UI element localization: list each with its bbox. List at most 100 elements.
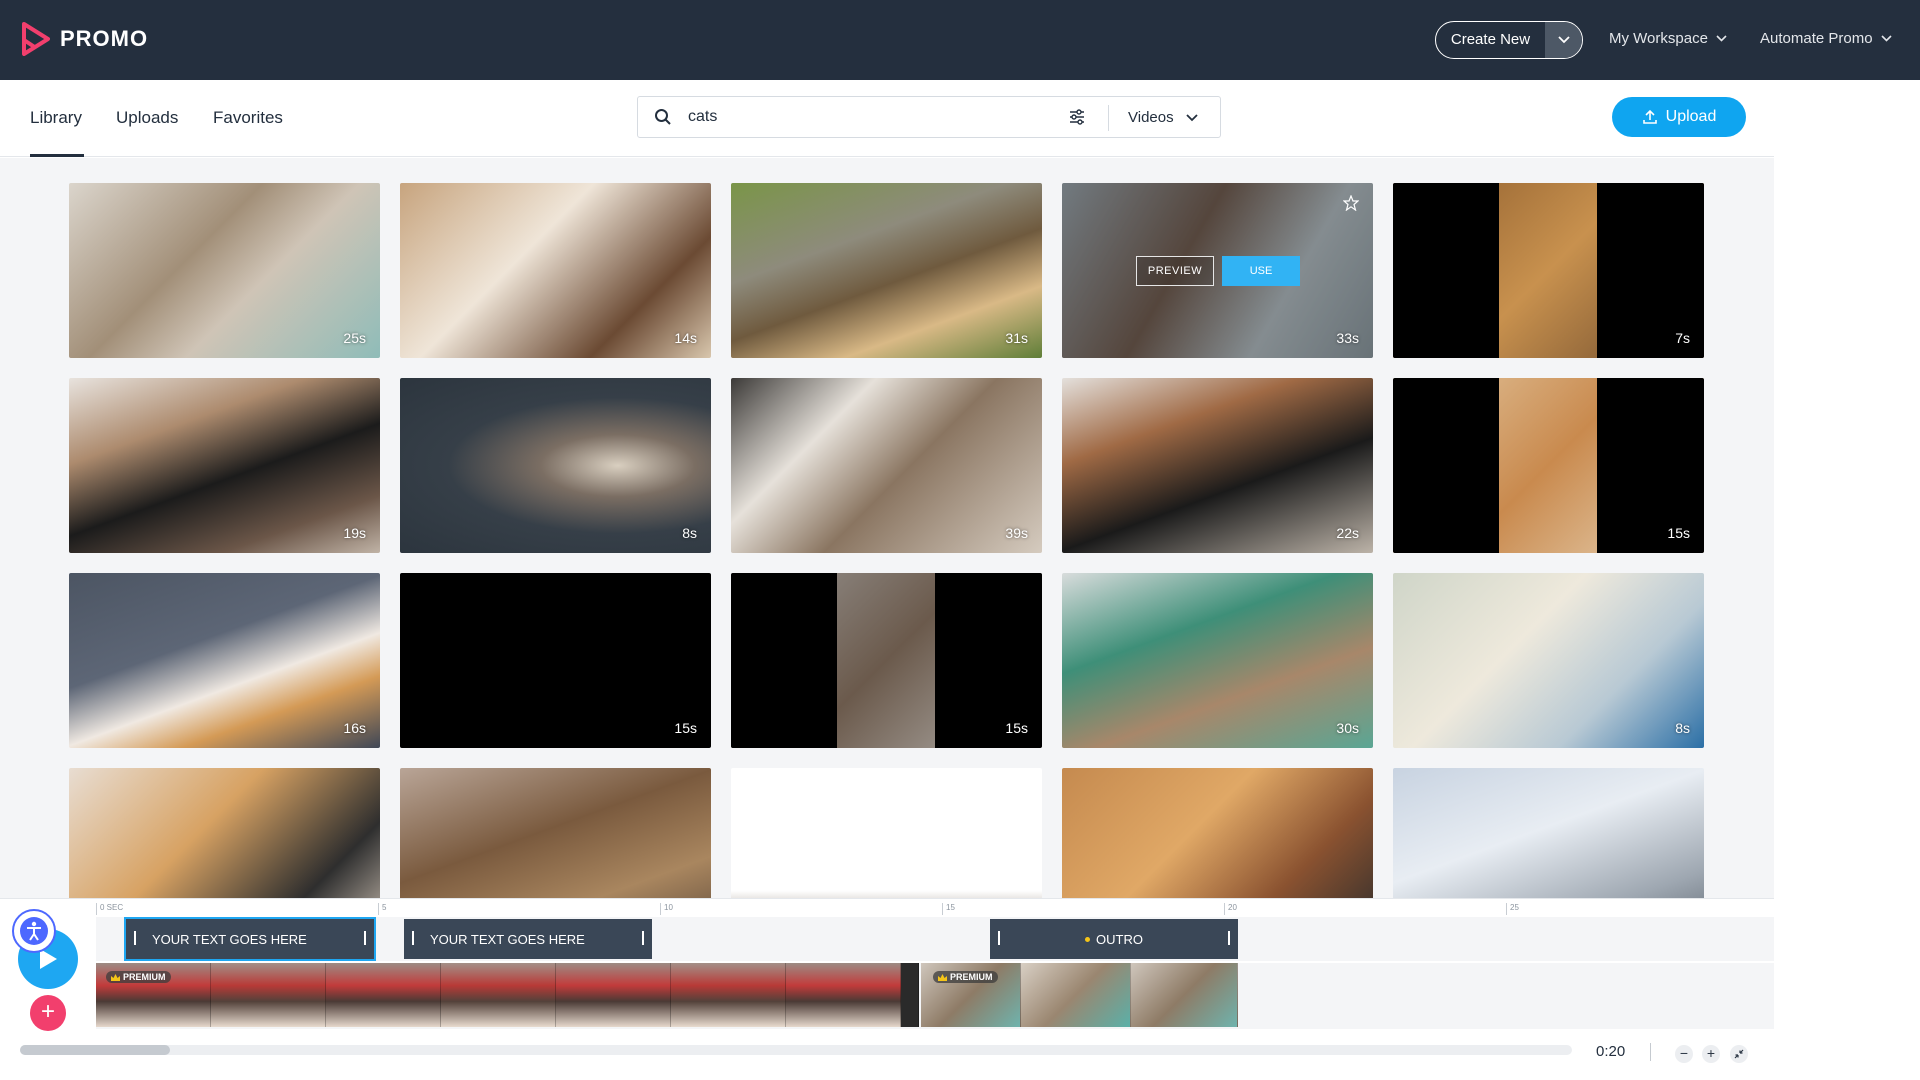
letterbox-bar: [1393, 183, 1499, 358]
text-track: YOUR TEXT GOES HERE YOUR TEXT GOES HERE …: [96, 917, 1774, 961]
timeline-panel: 0 SEC 5 10 15 20 25 YOUR TEXT GOES HERE …: [0, 898, 1774, 1080]
media-type-select[interactable]: Videos: [1128, 109, 1198, 126]
video-thumbnail[interactable]: 39s: [731, 378, 1042, 553]
fit-zoom-button[interactable]: [1730, 1045, 1748, 1063]
video-duration: 7s: [1675, 330, 1690, 346]
promo-logo[interactable]: PROMO: [22, 22, 148, 56]
video-thumbnail[interactable]: 16s: [69, 573, 380, 748]
upload-icon: [1642, 109, 1657, 124]
video-thumbnail[interactable]: 25s: [69, 183, 380, 358]
video-thumbnail[interactable]: 31s: [731, 183, 1042, 358]
video-thumbnail[interactable]: [1393, 768, 1704, 898]
letterbox-bar: [731, 573, 837, 748]
clip-frame: [326, 963, 441, 1027]
trim-handle[interactable]: [134, 931, 136, 945]
ruler-tick: 15: [942, 903, 955, 915]
search-divider: [1108, 105, 1109, 131]
tab-favorites[interactable]: Favorites: [213, 108, 283, 128]
ruler-tick: 10: [660, 903, 673, 915]
video-thumbnail[interactable]: 15s: [1393, 378, 1704, 553]
chevron-down-icon: [1185, 113, 1198, 121]
text-clip-label: YOUR TEXT GOES HERE: [430, 931, 585, 947]
video-track: PREMIUM PREMIUM: [96, 963, 1774, 1029]
timeline-ruler: 0 SEC 5 10 15 20 25: [96, 899, 1774, 917]
premium-label: PREMIUM: [123, 972, 166, 982]
video-thumbnail[interactable]: 7s: [1393, 183, 1704, 358]
video-duration: 31s: [1005, 330, 1028, 346]
timeline-scrollbar[interactable]: [20, 1045, 1572, 1055]
zoom-in-button[interactable]: +: [1702, 1045, 1720, 1063]
clip-frame: [671, 963, 786, 1027]
search-icon: [655, 109, 671, 125]
video-thumbnail[interactable]: [731, 768, 1042, 898]
ruler-tick: 25: [1506, 903, 1519, 915]
search-bar: cats Videos: [637, 96, 1221, 138]
clip-frame: [556, 963, 671, 1027]
video-thumbnail[interactable]: [69, 768, 380, 898]
premium-badge: PREMIUM: [933, 971, 998, 983]
video-thumbnail[interactable]: 19s: [69, 378, 380, 553]
video-thumbnail-hovered[interactable]: PREVIEW USE 33s: [1062, 183, 1373, 358]
outro-clip[interactable]: OUTRO: [990, 919, 1238, 959]
right-blank-panel: [1774, 80, 1920, 1080]
trim-handle[interactable]: [364, 931, 366, 945]
brand-name: PROMO: [60, 26, 149, 51]
tab-uploads[interactable]: Uploads: [116, 108, 178, 128]
video-thumbnail[interactable]: 30s: [1062, 573, 1373, 748]
video-clip-cats[interactable]: PREMIUM: [921, 963, 1238, 1027]
video-duration: 19s: [343, 525, 366, 541]
search-input[interactable]: cats: [688, 108, 717, 126]
trim-handle[interactable]: [412, 931, 414, 945]
video-duration: 14s: [674, 330, 697, 346]
accessibility-button[interactable]: [12, 909, 56, 953]
trim-handle[interactable]: [998, 931, 1000, 945]
zoom-out-button[interactable]: −: [1675, 1045, 1693, 1063]
preview-button[interactable]: PREVIEW: [1136, 256, 1214, 286]
star-favorite-icon[interactable]: [1343, 195, 1359, 211]
media-type-label: Videos: [1128, 109, 1174, 126]
trim-handle[interactable]: [1228, 931, 1230, 945]
video-thumbnail[interactable]: 8s: [1393, 573, 1704, 748]
add-button[interactable]: +: [30, 995, 66, 1031]
video-thumbnail[interactable]: 15s: [400, 573, 711, 748]
video-duration: 15s: [1005, 720, 1028, 736]
clip-frame: [1021, 963, 1131, 1027]
video-duration: 8s: [1675, 720, 1690, 736]
clip-frame: [441, 963, 556, 1027]
video-thumbnail[interactable]: 14s: [400, 183, 711, 358]
video-thumbnail[interactable]: 8s: [400, 378, 711, 553]
text-clip-selected[interactable]: YOUR TEXT GOES HERE: [124, 917, 376, 961]
ruler-tick: 0 SEC: [96, 903, 123, 915]
chevron-down-icon: [1880, 35, 1892, 42]
video-thumbnail[interactable]: [1062, 768, 1373, 898]
premium-badge: PREMIUM: [106, 971, 171, 983]
video-duration: 16s: [343, 720, 366, 736]
video-thumbnail[interactable]: 15s: [731, 573, 1042, 748]
video-thumbnail[interactable]: [400, 768, 711, 898]
my-workspace-menu[interactable]: My Workspace: [1609, 30, 1727, 47]
video-thumbnail[interactable]: 22s: [1062, 378, 1373, 553]
crown-icon: [938, 973, 947, 981]
premium-label: PREMIUM: [950, 972, 993, 982]
chevron-down-icon[interactable]: [1545, 22, 1582, 58]
video-duration: 33s: [1336, 330, 1359, 346]
scrollbar-thumb[interactable]: [20, 1045, 170, 1055]
my-workspace-label: My Workspace: [1609, 30, 1708, 47]
ruler-tick: 5: [378, 903, 386, 915]
upload-button[interactable]: Upload: [1612, 97, 1746, 137]
tab-library[interactable]: Library: [30, 108, 82, 128]
outro-dot-icon: [1085, 936, 1091, 942]
create-new-button[interactable]: Create New: [1435, 21, 1583, 59]
video-duration: 39s: [1005, 525, 1028, 541]
promo-logo-icon: [22, 22, 50, 56]
crown-icon: [111, 973, 120, 981]
automate-promo-menu[interactable]: Automate Promo: [1760, 30, 1892, 47]
video-duration: 22s: [1336, 525, 1359, 541]
video-clip-concert[interactable]: PREMIUM: [96, 963, 919, 1027]
upload-label: Upload: [1665, 108, 1717, 125]
trim-handle[interactable]: [642, 931, 644, 945]
filter-sliders-icon[interactable]: [1068, 108, 1086, 126]
text-clip[interactable]: YOUR TEXT GOES HERE: [404, 919, 652, 959]
use-button[interactable]: USE: [1222, 256, 1300, 286]
media-grid: 25s 14s 31s PREVIEW USE 33s 7s 19s 8s 39…: [0, 158, 1774, 898]
